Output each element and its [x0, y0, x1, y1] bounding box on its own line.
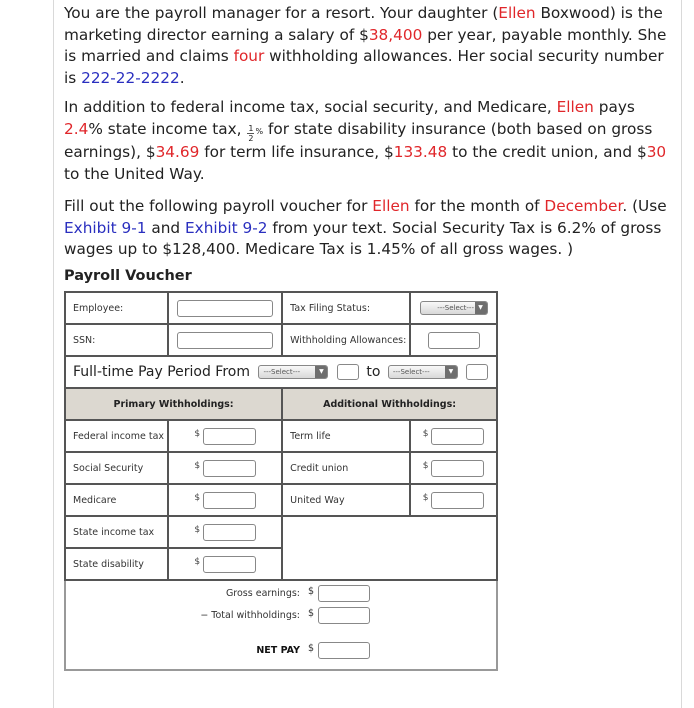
allowances-value: four — [233, 47, 265, 65]
united-way-label: United Way — [281, 483, 412, 517]
pay-period-label: Full-time Pay Period From — [73, 364, 250, 380]
salary-value: 38,400 — [368, 25, 423, 44]
text: to the United Way. — [64, 164, 205, 183]
ssn-value: 222-22-2222 — [81, 68, 180, 87]
text: Fill out the following payroll voucher f… — [64, 197, 373, 215]
select-text: ---Select--- — [392, 368, 430, 376]
voucher-title: Payroll Voucher — [64, 268, 192, 284]
dollar-sign: $ — [194, 525, 201, 535]
summary-section: Gross earnings: $ − Total withholdings: … — [66, 581, 496, 669]
fraction-one-half: 12 — [247, 123, 255, 143]
gross-earnings-input[interactable] — [318, 585, 370, 602]
net-pay-input[interactable] — [318, 642, 370, 659]
exhibit-9-2-link[interactable]: Exhibit 9-2 — [185, 219, 267, 237]
text: . — [179, 68, 185, 87]
term-life-label: Term life — [281, 419, 412, 453]
table-row: Social Security $ Credit union $ — [63, 451, 498, 485]
text: for the month of — [409, 197, 545, 215]
federal-income-tax-label: Federal income tax — [63, 419, 170, 453]
federal-income-tax-input[interactable] — [203, 427, 257, 445]
pay-period-from-month-select[interactable]: ---Select--- ▼ — [258, 365, 329, 379]
total-withholdings-label: − Total withholdings: — [200, 610, 300, 621]
tax-filing-status-select[interactable]: ---Select--- ▼ — [419, 301, 488, 315]
employee-name: Ellen — [556, 98, 594, 116]
dollar-sign: $ — [194, 461, 201, 471]
withholding-allowances-input[interactable] — [427, 331, 480, 349]
united-way-input[interactable] — [431, 491, 485, 509]
credit-union-value: 133.48 — [393, 143, 448, 161]
dollar-sign: $ — [422, 493, 429, 503]
dollar-sign: $ — [422, 429, 429, 439]
credit-union-label: Credit union — [281, 451, 412, 485]
state-disability-label: State disability — [63, 547, 170, 581]
text: and — [146, 218, 185, 237]
text: for term life insurance, $ — [199, 143, 394, 161]
text: to the credit union, and $ — [447, 143, 647, 161]
dollar-sign: $ — [194, 557, 201, 567]
table-row: Medicare $ United Way $ — [63, 483, 498, 517]
problem-paragraph-3: Fill out the following payroll voucher f… — [64, 196, 674, 261]
exhibit-9-1-link[interactable]: Exhibit 9-1 — [64, 219, 146, 237]
ssn-label: SSN: — [63, 323, 170, 357]
dollar-sign: $ — [422, 461, 429, 471]
social-security-input[interactable] — [203, 459, 257, 477]
month-value: December — [544, 197, 623, 215]
employee-input[interactable] — [177, 299, 274, 317]
chevron-down-icon: ▼ — [474, 302, 487, 314]
ssn-input[interactable] — [177, 331, 274, 349]
employee-name: Ellen — [372, 197, 410, 215]
pay-period-to-month-select[interactable]: ---Select--- ▼ — [387, 365, 458, 379]
fraction-denominator: 2 — [248, 133, 254, 143]
content-panel: You are the payroll manager for a resort… — [53, 0, 682, 708]
table-row: State income tax $ — [63, 515, 498, 581]
text: In addition to federal income tax, socia… — [64, 98, 557, 116]
medicare-label: Medicare — [63, 483, 170, 517]
text: pays — [593, 98, 635, 116]
to-label: to — [366, 364, 381, 380]
dollar-sign: $ — [308, 586, 315, 597]
employee-label: Employee: — [63, 291, 170, 325]
term-life-input[interactable] — [431, 427, 485, 445]
pay-period-from-day-input[interactable] — [336, 364, 359, 380]
dollar-sign: $ — [194, 493, 201, 503]
state-income-tax-input[interactable] — [203, 523, 257, 541]
state-tax-rate: 2.4 — [64, 119, 89, 138]
additional-withholdings-header: Additional Withholdings: — [281, 387, 498, 421]
fraction-percent: % — [255, 126, 264, 136]
total-withholdings-input[interactable] — [318, 607, 370, 624]
withholding-allowances-label: Withholding Allowances: — [281, 323, 412, 357]
united-way-value: 30 — [646, 143, 667, 161]
term-life-value: 34.69 — [155, 143, 200, 161]
social-security-label: Social Security — [63, 451, 170, 485]
empty-cell — [281, 515, 498, 581]
chevron-down-icon: ▼ — [315, 366, 328, 378]
text: % state income tax, — [88, 119, 247, 138]
primary-withholdings-header: Primary Withholdings: — [63, 387, 284, 421]
tax-filing-status-label: Tax Filing Status: — [281, 291, 412, 325]
fraction-numerator: 1 — [247, 123, 255, 134]
state-income-tax-label: State income tax — [63, 515, 170, 549]
table-row: Federal income tax $ Term life $ — [63, 419, 498, 453]
problem-paragraph-2: In addition to federal income tax, socia… — [64, 97, 674, 185]
dollar-sign: $ — [308, 643, 315, 654]
gross-earnings-label: Gross earnings: — [225, 588, 300, 599]
medicare-input[interactable] — [203, 491, 257, 509]
credit-union-input[interactable] — [431, 459, 485, 477]
problem-paragraph-1: You are the payroll manager for a resort… — [64, 3, 674, 89]
select-text: ---Select--- — [437, 304, 474, 312]
pay-period-to-day-input[interactable] — [466, 364, 489, 380]
payroll-voucher-table: Employee: Tax Filing Status: ---Select--… — [63, 291, 498, 671]
text: You are the payroll manager for a resort… — [64, 4, 499, 22]
chevron-down-icon: ▼ — [444, 366, 457, 378]
net-pay-label: NET PAY — [256, 645, 300, 656]
employee-name: Ellen — [498, 4, 536, 22]
text: . (Use — [622, 197, 667, 215]
select-text: ---Select--- — [263, 368, 301, 376]
state-disability-input[interactable] — [203, 555, 257, 573]
dollar-sign: $ — [308, 608, 315, 619]
dollar-sign: $ — [194, 429, 201, 439]
